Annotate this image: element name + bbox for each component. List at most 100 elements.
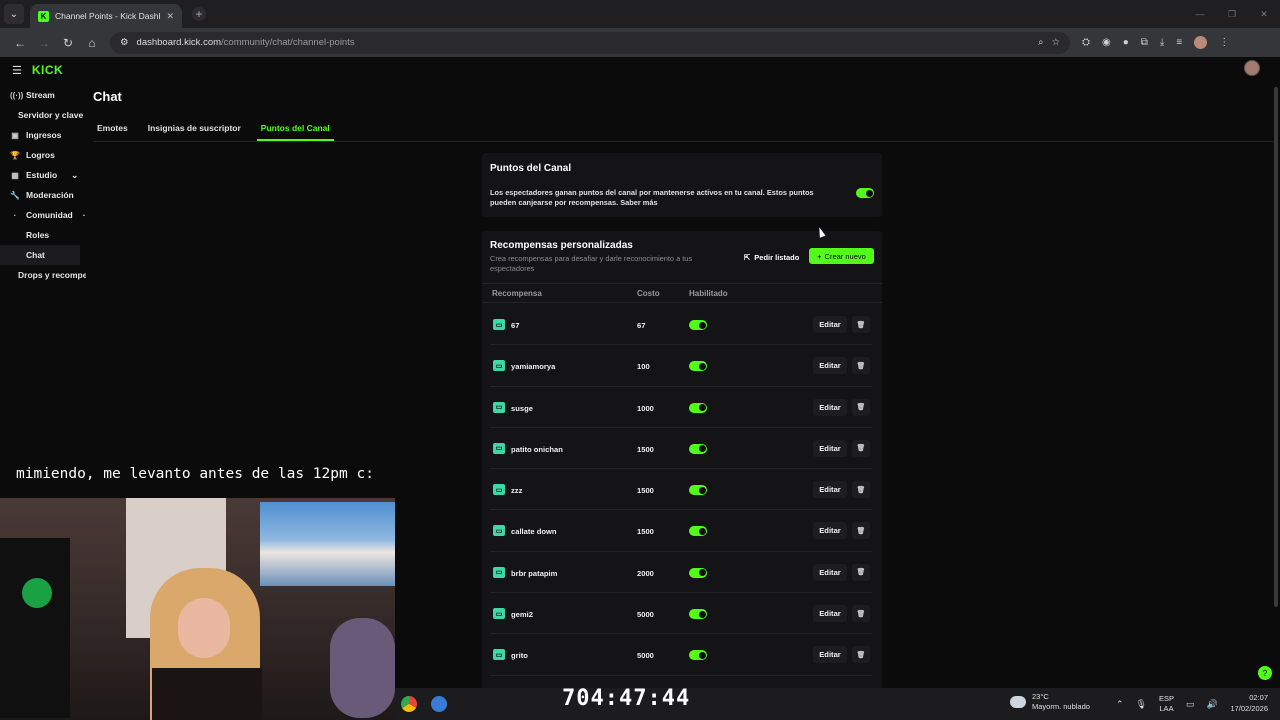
reward-enabled-toggle[interactable] <box>689 402 707 413</box>
menu-icon[interactable]: ⋮ <box>1219 37 1229 48</box>
kick-logo[interactable]: KICK <box>32 63 63 77</box>
taskbar-clock[interactable]: 02:07 17/02/2026 <box>1222 692 1268 714</box>
sidebar-item-moderacion[interactable]: 🔧 Moderación <box>0 185 86 205</box>
bookmark-star-icon[interactable]: ☆ <box>1051 37 1060 48</box>
reward-enabled-toggle[interactable] <box>689 485 707 496</box>
sidebar-item-estudio[interactable]: ▦ Estudio ⌄ <box>0 165 86 185</box>
trash-icon[interactable]: 🗑 <box>852 357 870 375</box>
header-logo: ☰ KICK <box>12 63 63 77</box>
trash-icon[interactable]: 🗑 <box>852 439 870 457</box>
tab-insignias[interactable]: Insignias de suscriptor <box>144 119 245 141</box>
trash-icon[interactable]: 🗑 <box>852 522 870 540</box>
hamburger-icon[interactable]: ☰ <box>12 64 22 77</box>
tab-divider <box>93 141 1273 142</box>
edit-button[interactable]: Editar <box>813 646 847 664</box>
reward-enabled-toggle[interactable] <box>689 443 707 454</box>
pedir-listado-button[interactable]: ⇱ Pedir listado <box>744 249 799 265</box>
reward-enabled-toggle[interactable] <box>689 526 707 537</box>
sidebar-item-chat[interactable]: Chat <box>0 245 80 265</box>
new-tab-button[interactable]: + <box>192 7 206 21</box>
reward-name: brbr patapim <box>511 568 558 578</box>
trash-icon[interactable]: 🗑 <box>852 646 870 664</box>
stream-caption: mimiendo, me levanto antes de las 12pm c… <box>16 466 374 482</box>
trash-icon[interactable]: 🗑 <box>852 316 870 333</box>
edit-button[interactable]: Editar <box>813 316 847 333</box>
edit-button[interactable]: Editar <box>813 522 847 540</box>
weather-widget[interactable]: 23°C Mayorm. nublado <box>1010 692 1090 712</box>
profile-avatar[interactable] <box>1194 36 1208 49</box>
close-tab-icon[interactable]: ✕ <box>166 11 174 22</box>
extension-icon[interactable]: ● <box>1123 37 1129 48</box>
sidebar-item-drops[interactable]: Drops y recompensas <box>0 265 86 285</box>
user-avatar[interactable] <box>1244 60 1260 76</box>
help-icon[interactable]: ? <box>1258 666 1272 680</box>
chrome-taskbar-icon[interactable] <box>401 696 417 712</box>
network-icon[interactable]: ▭ <box>1186 699 1195 710</box>
reward-cost: 5000 <box>637 610 654 620</box>
app-taskbar-icon[interactable] <box>431 696 447 712</box>
language-indicator[interactable]: ESP LAA <box>1159 694 1174 714</box>
reward-enabled-toggle[interactable] <box>689 361 707 372</box>
forward-icon[interactable]: → <box>32 36 56 50</box>
sidebar-item-logros[interactable]: 🏆 Logros <box>0 145 86 165</box>
reward-cost: 5000 <box>637 651 654 661</box>
trash-icon[interactable]: 🗑 <box>852 398 870 416</box>
edit-button[interactable]: Editar <box>813 605 847 623</box>
edit-button[interactable]: Editar <box>813 357 847 375</box>
reward-enabled-toggle[interactable] <box>689 650 707 661</box>
sidebar-item-roles[interactable]: Roles <box>0 225 86 245</box>
browser-tab[interactable]: K Channel Points - Kick Dashboar ✕ <box>30 4 182 28</box>
channel-points-toggle[interactable] <box>856 188 874 198</box>
audio-extension-icon[interactable]: ◉ <box>1102 37 1111 48</box>
edit-button[interactable]: Editar <box>813 563 847 581</box>
reward-name: yamiamorya <box>511 362 556 372</box>
reward-enabled-toggle[interactable] <box>689 609 707 620</box>
volume-icon[interactable]: 🔊 <box>1207 699 1218 710</box>
sidebar-item-server-key[interactable]: Servidor y clave de <box>0 105 86 125</box>
weather-desc: Mayorm. nublado <box>1032 702 1090 711</box>
reload-icon[interactable]: ↻ <box>56 36 80 50</box>
table-row: ▭ zzz 1500 Editar 🗑 <box>490 469 872 511</box>
media-icon[interactable]: ≡ <box>1176 37 1182 48</box>
tab-search-button[interactable]: ⌄ <box>4 4 24 24</box>
close-window-icon[interactable]: ✕ <box>1248 0 1280 28</box>
plus-icon: + <box>817 251 822 261</box>
zoom-icon[interactable]: ⌕ <box>1038 37 1043 48</box>
sidebar-item-comunidad[interactable]: · Comunidad · <box>0 205 86 225</box>
site-info-icon[interactable]: ⚙ <box>120 37 129 48</box>
maximize-icon[interactable]: ❐ <box>1216 0 1248 28</box>
crear-label: Crear nuevo <box>824 251 866 261</box>
crear-nuevo-button[interactable]: + Crear nuevo <box>809 248 874 264</box>
tab-emotes[interactable]: Emotes <box>93 119 132 141</box>
edit-button[interactable]: Editar <box>813 481 847 499</box>
table-row: ▭ susge 1000 Editar 🗑 <box>490 387 872 428</box>
chevron-up-icon[interactable]: ⌃ <box>1116 699 1124 710</box>
trash-icon[interactable]: 🗑 <box>852 605 870 623</box>
home-icon[interactable]: ⌂ <box>80 36 104 50</box>
reward-cost: 2000 <box>637 568 654 578</box>
chevron-down-icon: ⌄ <box>71 169 79 180</box>
back-icon[interactable]: ← <box>8 36 32 50</box>
url-input[interactable]: ⚙ dashboard.kick.com/community/chat/chan… <box>110 31 1070 54</box>
system-tray: ⌃ 🎙 ESP LAA ▭ 🔊 <box>1116 694 1218 714</box>
translate-icon[interactable]: ⛭ <box>1082 37 1090 48</box>
tab-puntos-del-canal[interactable]: Puntos del Canal <box>256 119 334 141</box>
reward-enabled-toggle[interactable] <box>689 567 707 578</box>
trash-icon[interactable]: 🗑 <box>852 563 870 581</box>
sidebar-item-ingresos[interactable]: ▣ Ingresos <box>0 125 86 145</box>
reward-enabled-toggle[interactable] <box>689 320 707 330</box>
table-row: ▭ callate down 1500 Editar 🗑 <box>490 510 872 552</box>
wallet-icon: ▣ <box>11 130 19 140</box>
reward-name: zzz <box>511 486 523 496</box>
rewards-card-title: Recompensas personalizadas <box>490 240 633 251</box>
minimize-icon[interactable]: — <box>1184 0 1216 28</box>
trash-icon[interactable]: 🗑 <box>852 481 870 499</box>
download-icon[interactable]: ⤓ <box>1160 37 1164 48</box>
edit-button[interactable]: Editar <box>813 439 847 457</box>
mic-icon[interactable]: 🎙 <box>1136 699 1147 710</box>
edit-button[interactable]: Editar <box>813 398 847 416</box>
page-scrollbar[interactable] <box>1274 87 1278 607</box>
puzzle-icon[interactable]: ⧉ <box>1141 37 1148 48</box>
sidebar-item-label: Estudio <box>26 170 58 180</box>
sidebar-item-stream[interactable]: ((·)) Stream <box>0 85 86 105</box>
